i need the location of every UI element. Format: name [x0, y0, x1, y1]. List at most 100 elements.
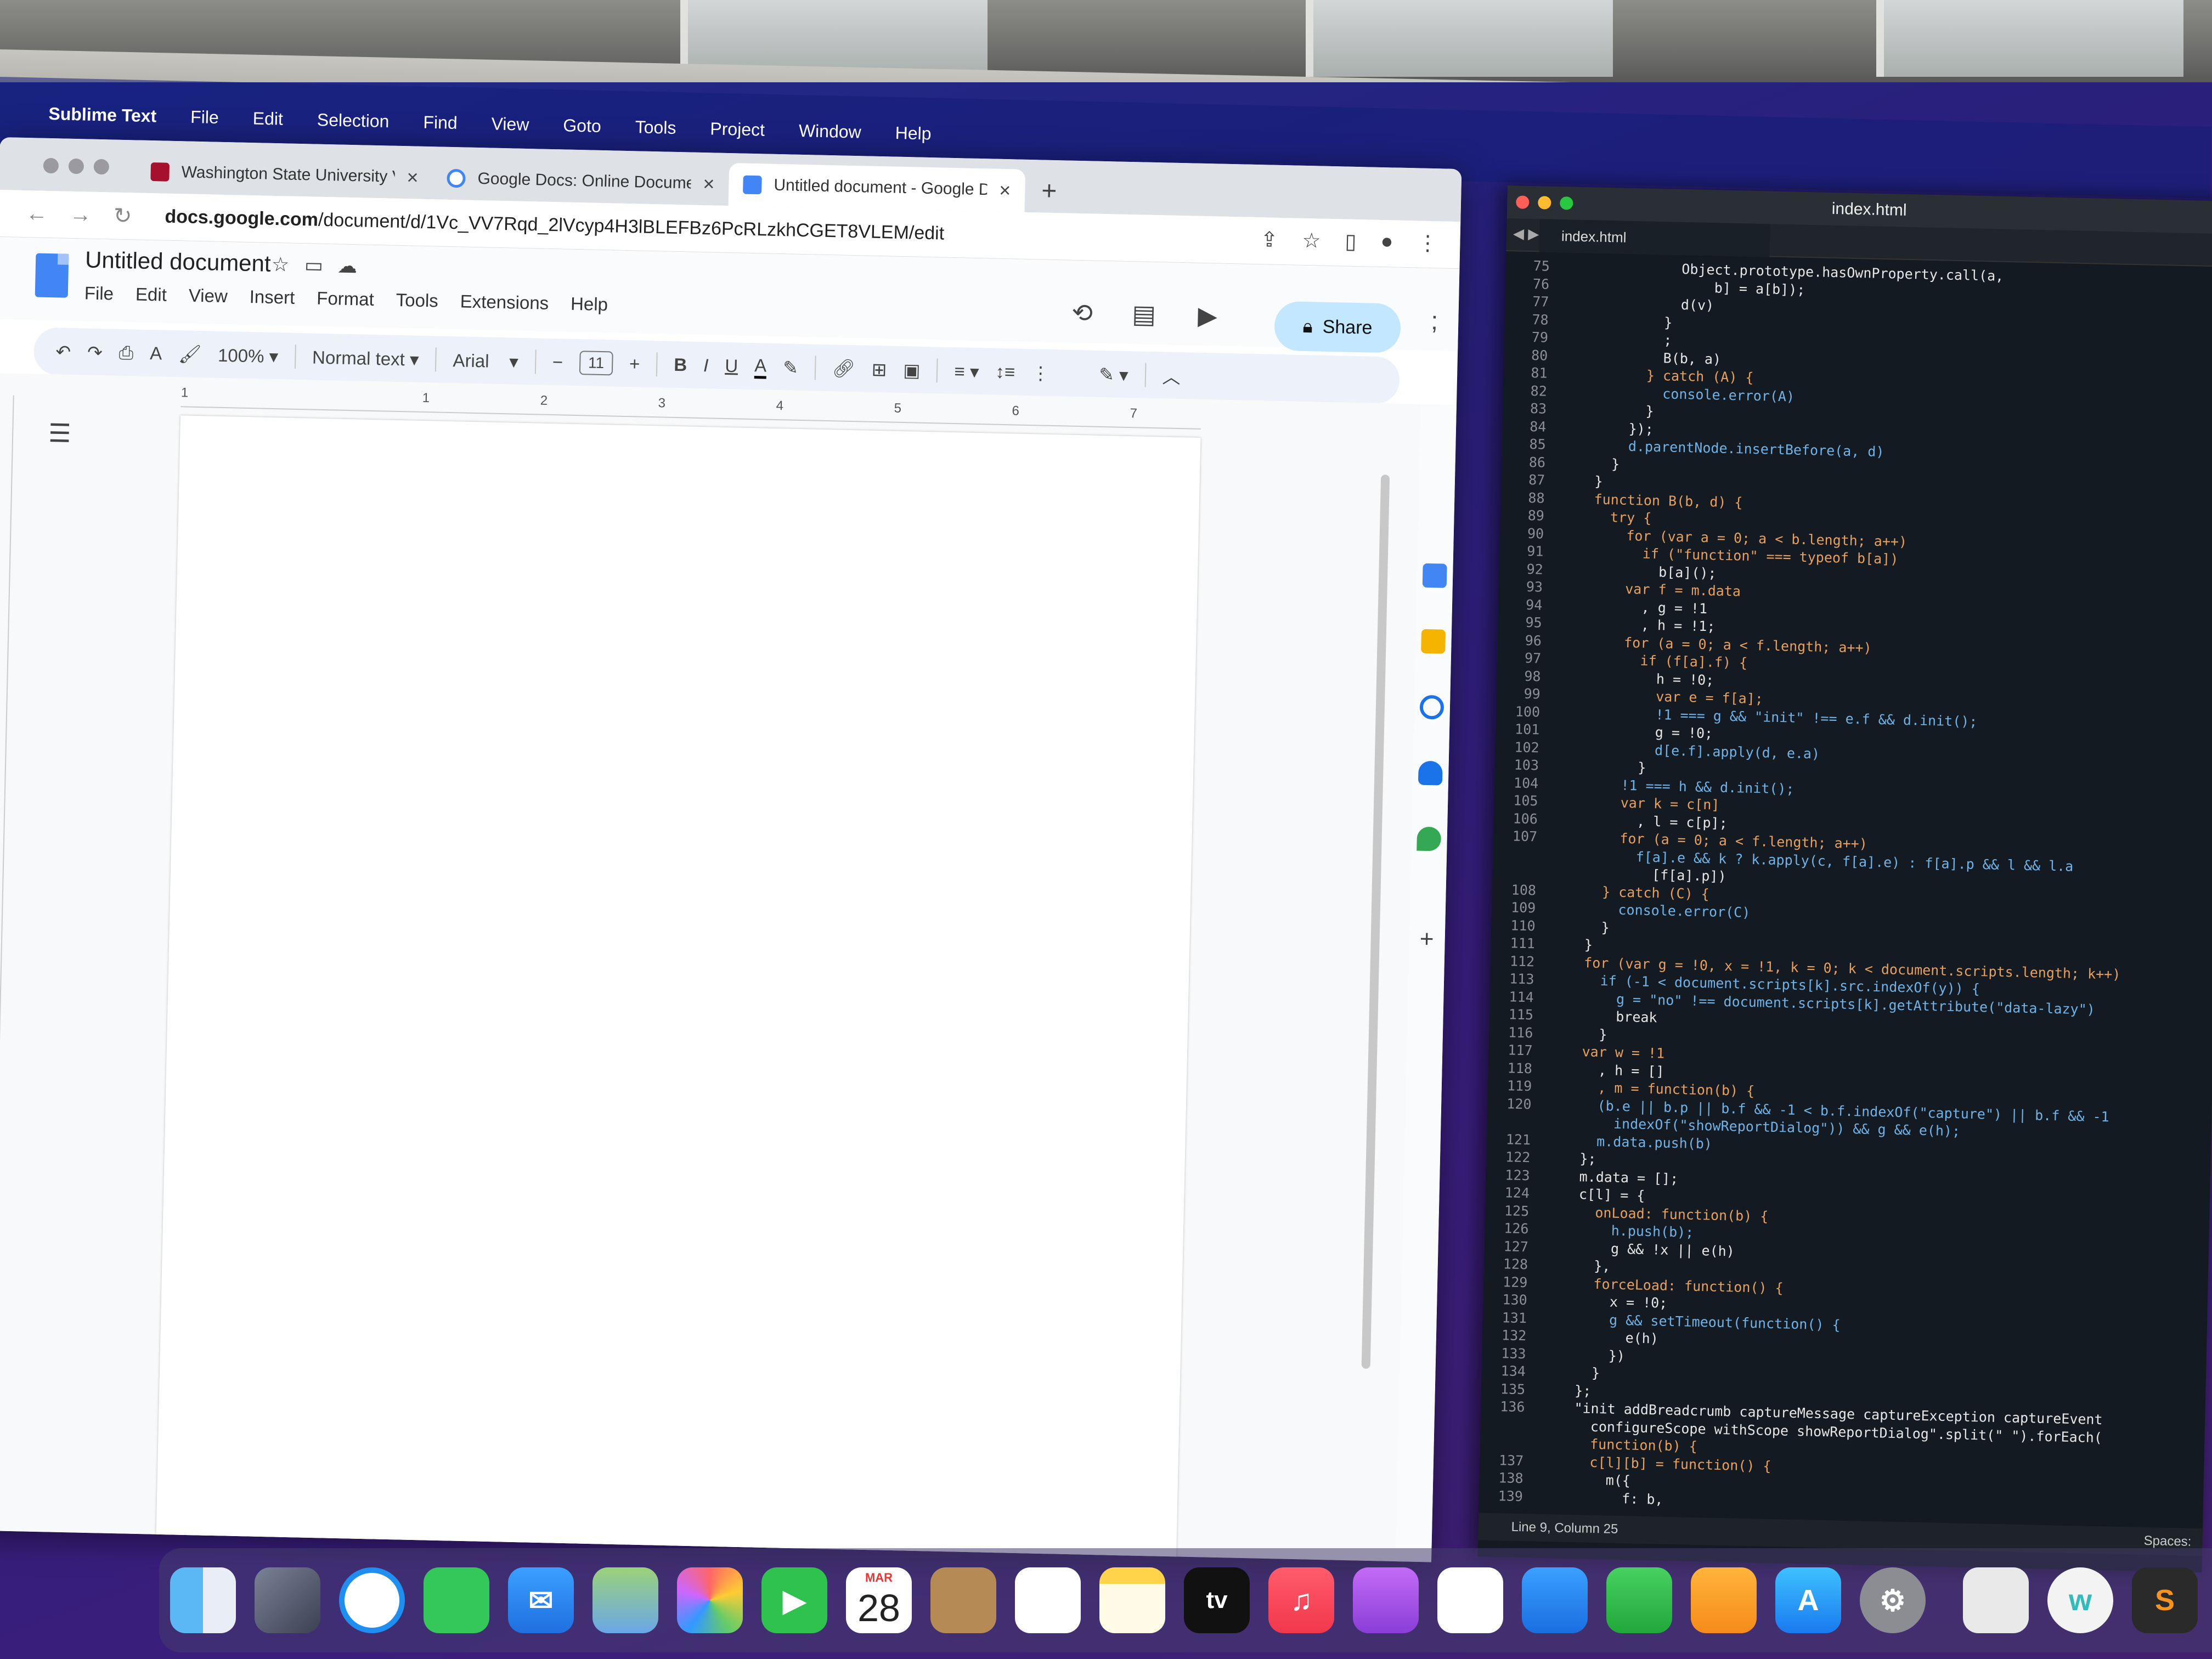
decrease-font-size-icon[interactable]: −: [552, 352, 563, 373]
paint-format-icon[interactable]: 🖌︎: [178, 343, 202, 365]
podcasts-icon[interactable]: [1353, 1567, 1419, 1633]
tasks-icon[interactable]: [1419, 695, 1444, 720]
move-folder-icon[interactable]: ▭: [304, 253, 324, 277]
menu-find[interactable]: Find: [423, 112, 458, 133]
menu-edit[interactable]: Edit: [252, 108, 283, 129]
close-tab-icon[interactable]: ×: [407, 166, 419, 189]
maps-icon[interactable]: [592, 1567, 658, 1633]
appstore-icon[interactable]: A: [1775, 1567, 1841, 1633]
contacts-icon[interactable]: [1418, 760, 1443, 786]
music-icon[interactable]: ♫: [1268, 1567, 1334, 1633]
add-addon-icon[interactable]: +: [1414, 926, 1439, 953]
docs-menu-insert[interactable]: Insert: [249, 286, 295, 308]
document-title[interactable]: Untitled document: [85, 246, 271, 276]
tab-nav-arrows-icon[interactable]: ◀ ▶: [1513, 225, 1539, 242]
zoom-window-icon[interactable]: [93, 159, 110, 175]
docs-menu-view[interactable]: View: [188, 285, 228, 307]
menu-help[interactable]: Help: [895, 123, 932, 144]
profile-avatar-icon[interactable]: ●: [1380, 230, 1393, 255]
calendar-icon[interactable]: MAR 28: [846, 1567, 912, 1633]
editing-mode-icon[interactable]: ✎ ▾: [1099, 363, 1128, 385]
docs-menu-format[interactable]: Format: [317, 288, 374, 310]
photos-icon[interactable]: [677, 1567, 743, 1633]
code-editor[interactable]: 75 Object.prototype.hasOwnProperty.call(…: [1479, 257, 2212, 1523]
tab-google-docs-home[interactable]: Google Docs: Online Documen ×: [432, 156, 730, 206]
more-options-icon[interactable]: ⋮: [1031, 362, 1050, 384]
gemini-icon[interactable]: ;: [1431, 306, 1438, 335]
keep-icon[interactable]: [1421, 629, 1446, 654]
font-size-field[interactable]: 11: [579, 351, 613, 376]
cloud-saved-icon[interactable]: ☁: [337, 254, 358, 278]
close-tab-icon[interactable]: ×: [703, 172, 715, 195]
print-icon[interactable]: ⎙: [119, 342, 133, 364]
hide-menus-icon[interactable]: ︿: [1162, 362, 1181, 389]
meet-video-icon[interactable]: ▶: [1198, 301, 1218, 331]
menu-selection[interactable]: Selection: [317, 110, 389, 132]
reminders-icon[interactable]: [1015, 1567, 1081, 1633]
mail-icon[interactable]: ✉: [508, 1567, 574, 1633]
new-tab-button[interactable]: +: [1041, 176, 1057, 206]
docs-logo-icon[interactable]: [35, 253, 69, 298]
keynote-icon[interactable]: [1522, 1567, 1588, 1633]
close-window-icon[interactable]: [43, 157, 59, 174]
tab-untitled-document[interactable]: Untitled document - Google Do ×: [728, 163, 1026, 212]
line-spacing-icon[interactable]: ↕≡: [995, 362, 1015, 383]
bold-button[interactable]: B: [674, 354, 687, 376]
messages-icon[interactable]: [424, 1567, 489, 1633]
news-icon[interactable]: [1437, 1567, 1503, 1633]
document-page[interactable]: [155, 415, 1201, 1562]
highlight-icon[interactable]: ✎: [783, 357, 799, 379]
menu-tools[interactable]: Tools: [635, 117, 676, 138]
side-panel-icon[interactable]: ▯: [1345, 229, 1357, 254]
browser-menu-icon[interactable]: ⋮: [1417, 230, 1438, 256]
font-select[interactable]: Arial ▾: [453, 349, 518, 373]
bookmark-star-icon[interactable]: ☆: [1302, 228, 1321, 253]
notes-icon[interactable]: [1099, 1567, 1165, 1633]
undo-icon[interactable]: ↶: [55, 341, 71, 363]
close-tab-icon[interactable]: ×: [999, 179, 1011, 202]
menu-view[interactable]: View: [491, 114, 529, 135]
menu-window[interactable]: Window: [799, 121, 862, 143]
share-page-icon[interactable]: ⇪: [1260, 227, 1278, 252]
increase-font-size-icon[interactable]: +: [629, 353, 640, 374]
reload-icon[interactable]: ↻: [113, 203, 132, 229]
insert-image-icon[interactable]: ▣: [903, 359, 921, 381]
url-field[interactable]: docs.google.com/document/d/1Vc_VV7Rqd_2l…: [165, 206, 945, 245]
tab-wsu[interactable]: Washington State University Vi ×: [136, 150, 433, 199]
docs-menu-help[interactable]: Help: [571, 294, 608, 315]
spellcheck-icon[interactable]: A: [150, 343, 162, 364]
sublime-icon[interactable]: S: [2132, 1567, 2198, 1633]
menu-goto[interactable]: Goto: [563, 115, 601, 137]
version-history-icon[interactable]: ⟲: [1071, 298, 1093, 328]
menu-file[interactable]: File: [190, 106, 219, 127]
appletv-icon[interactable]: tv: [1184, 1567, 1250, 1633]
forward-icon[interactable]: →: [69, 202, 92, 228]
underline-button[interactable]: U: [725, 356, 738, 377]
safari-icon[interactable]: [339, 1567, 405, 1633]
italic-button[interactable]: I: [703, 355, 709, 376]
launchpad-icon[interactable]: [255, 1567, 320, 1633]
docs-menu-extensions[interactable]: Extensions: [460, 291, 549, 314]
zoom-select[interactable]: 100% ▾: [218, 344, 279, 366]
pages-icon[interactable]: [1691, 1567, 1757, 1633]
insert-link-icon[interactable]: 🔗︎: [832, 358, 855, 380]
align-icon[interactable]: ≡ ▾: [954, 360, 979, 382]
comments-icon[interactable]: ▤: [1132, 299, 1156, 329]
installer-icon[interactable]: [1963, 1567, 2029, 1633]
document-outline-icon[interactable]: ☰: [48, 418, 71, 448]
finder-icon[interactable]: [170, 1567, 236, 1633]
app-menu[interactable]: Sublime Text: [48, 104, 157, 126]
sublime-tab-index-html[interactable]: index.html: [1539, 219, 1770, 257]
docs-menu-file[interactable]: File: [84, 283, 114, 304]
star-icon[interactable]: ☆: [272, 253, 290, 276]
back-icon[interactable]: ←: [25, 201, 48, 227]
numbers-icon[interactable]: [1606, 1567, 1672, 1633]
contacts-icon[interactable]: [930, 1567, 996, 1633]
share-button[interactable]: 🔒︎ Share: [1274, 301, 1401, 353]
word-app-icon[interactable]: w: [2047, 1567, 2113, 1633]
docs-menu-tools[interactable]: Tools: [396, 290, 438, 312]
maps-icon[interactable]: [1417, 826, 1442, 851]
settings-icon[interactable]: ⚙: [1860, 1567, 1926, 1633]
minimize-window-icon[interactable]: [68, 158, 84, 174]
redo-icon[interactable]: ↷: [87, 341, 103, 363]
